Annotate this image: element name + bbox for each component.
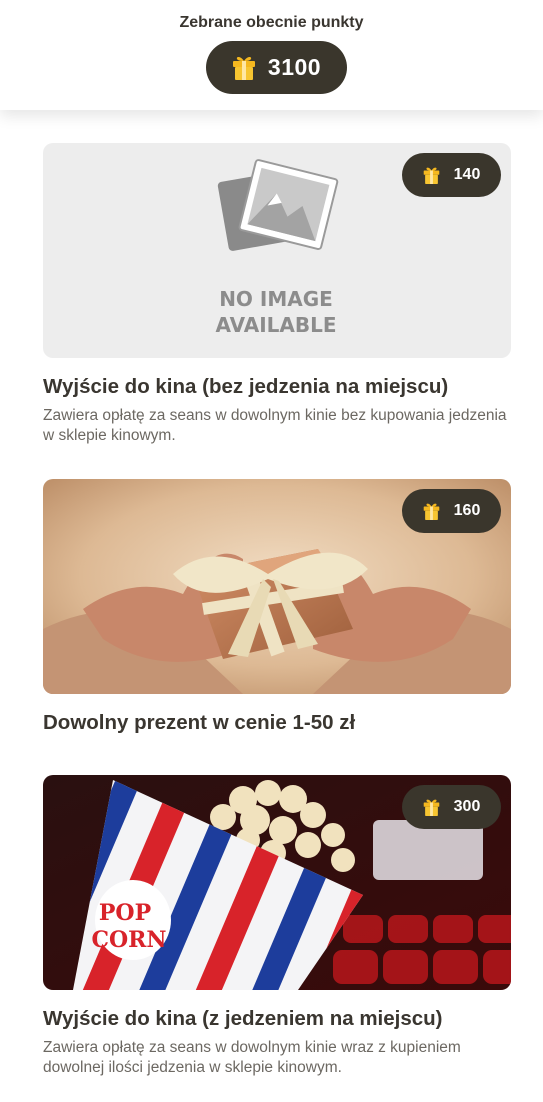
rewards-list: NO IMAGE AVAILABLE 140 Wyjście do kina (… — [0, 110, 543, 1102]
reward-image-popcorn-photo: POP CORN 300 — [43, 775, 511, 990]
reward-cost-value: 140 — [453, 166, 481, 183]
reward-cost-value: 160 — [453, 502, 481, 519]
gift-icon — [232, 55, 256, 81]
reward-image-gift-photo: 160 — [43, 479, 511, 694]
popcorn-label-corn: CORN — [91, 927, 166, 953]
reward-cost-badge: 140 — [402, 153, 501, 197]
reward-card[interactable]: NO IMAGE AVAILABLE 140 Wyjście do kina (… — [43, 143, 511, 446]
reward-card[interactable]: 160 Dowolny prezent w cenie 1-50 zł — [43, 479, 511, 737]
reward-cost-badge: 300 — [402, 785, 501, 829]
reward-cost-badge: 160 — [402, 489, 501, 533]
points-header: Zebrane obecnie punkty 3100 — [0, 0, 543, 110]
reward-title: Wyjście do kina (z jedzeniem na miejscu) — [43, 1007, 443, 1030]
reward-description: Zawiera opłatę za seans w dowolnym kinie… — [43, 1039, 461, 1076]
points-balance-value: 3100 — [267, 54, 322, 80]
no-image-text-line2: AVAILABLE — [215, 313, 336, 337]
reward-title: Wyjście do kina (bez jedzenia na miejscu… — [43, 375, 449, 398]
reward-description: Zawiera opłatę za seans w dowolnym kinie… — [43, 407, 507, 444]
reward-image-placeholder: NO IMAGE AVAILABLE 140 — [43, 143, 511, 358]
gift-icon — [423, 166, 440, 185]
reward-title: Dowolny prezent w cenie 1-50 zł — [43, 711, 356, 734]
reward-cost-value: 300 — [453, 798, 481, 815]
reward-card[interactable]: POP CORN 300 Wyjście do kina (z jedzenie… — [43, 775, 511, 1078]
popcorn-label-pop: POP — [99, 900, 151, 926]
points-header-title: Zebrane obecnie punkty — [179, 14, 364, 31]
gift-icon — [423, 502, 440, 521]
gift-icon — [423, 798, 440, 817]
points-balance-pill: 3100 — [206, 41, 347, 94]
no-image-text-line1: NO IMAGE — [219, 287, 333, 311]
